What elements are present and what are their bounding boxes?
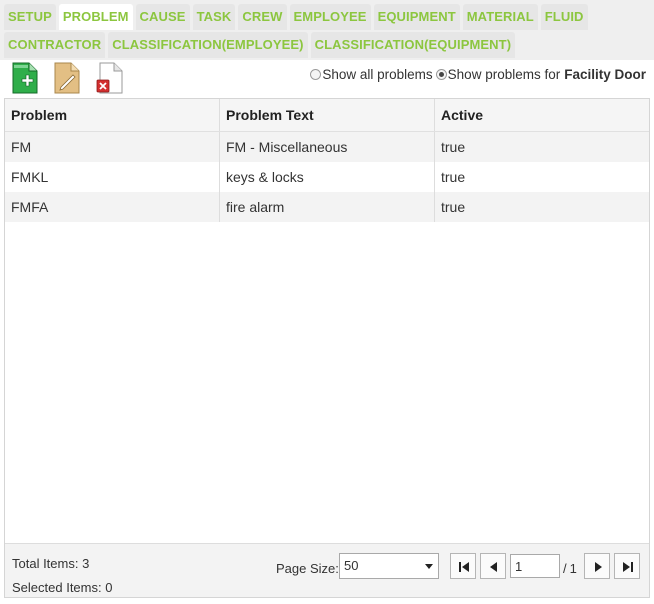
tab-row-2: CONTRACTOR CLASSIFICATION(EMPLOYEE) CLAS… [4, 32, 516, 60]
column-header-active[interactable]: Active [435, 99, 649, 131]
tab-employee[interactable]: EMPLOYEE [289, 4, 371, 30]
show-for-option[interactable]: Show problems for Facility Door [435, 66, 646, 82]
cell-problem: FMKL [5, 162, 220, 192]
grid-body: FM FM - Miscellaneous true FMKL keys & l… [5, 132, 649, 222]
first-page-icon [459, 562, 469, 572]
page-number-input[interactable] [510, 554, 560, 578]
total-items: Total Items: 3 [12, 556, 90, 571]
tab-classification-employee[interactable]: CLASSIFICATION(EMPLOYEE) [108, 32, 308, 58]
column-header-problem-text[interactable]: Problem Text [220, 99, 435, 131]
last-page-icon [623, 562, 633, 572]
grid-pager: Total Items: 3 Selected Items: 0 Page Si… [5, 543, 649, 597]
table-row[interactable]: FMFA fire alarm true [5, 192, 649, 222]
tab-bar: SETUP PROBLEM CAUSE TASK CREW EMPLOYEE E… [0, 0, 654, 60]
tab-fluid[interactable]: FLUID [540, 4, 588, 30]
table-row[interactable]: FMKL keys & locks true [5, 162, 649, 192]
show-for-label: Show problems for [447, 66, 561, 82]
last-page-button[interactable] [614, 553, 640, 579]
show-all-radio[interactable] [310, 68, 322, 80]
previous-page-button[interactable] [480, 553, 506, 579]
first-page-button[interactable] [450, 553, 476, 579]
cell-active: true [441, 169, 466, 185]
edit-document-icon[interactable] [53, 62, 81, 94]
page-size-value: 50 [344, 558, 359, 573]
toolbar: Show all problems Show problems for Faci… [0, 60, 654, 96]
cell-problem-text: FM - Miscellaneous [220, 132, 435, 162]
next-page-icon [595, 562, 602, 572]
tab-problem[interactable]: PROBLEM [58, 4, 133, 30]
tab-task[interactable]: TASK [192, 4, 236, 30]
tab-row-1: SETUP PROBLEM CAUSE TASK CREW EMPLOYEE E… [4, 4, 588, 32]
total-pages: 1 [569, 561, 577, 576]
page-size-label: Page Size: [276, 561, 339, 576]
cell-problem-text: fire alarm [220, 192, 435, 222]
cell-problem-text: keys & locks [220, 162, 435, 192]
delete-document-icon[interactable] [96, 62, 124, 94]
filter-target: Facility Door [564, 66, 646, 82]
show-all-option[interactable]: Show all problems [310, 66, 433, 82]
tab-equipment[interactable]: EQUIPMENT [373, 4, 460, 30]
cell-active: true [441, 199, 466, 215]
problem-filter: Show all problems Show problems for Faci… [310, 64, 646, 84]
tab-cause[interactable]: CAUSE [135, 4, 190, 30]
tab-setup[interactable]: SETUP [4, 4, 56, 30]
grid-header: Problem Problem Text Active [5, 99, 649, 132]
tab-material[interactable]: MATERIAL [462, 4, 538, 30]
table-row[interactable]: FM FM - Miscellaneous true [5, 132, 649, 162]
tab-crew[interactable]: CREW [238, 4, 287, 30]
next-page-button[interactable] [584, 553, 610, 579]
problem-grid: Problem Problem Text Active FM FM - Misc… [4, 98, 650, 598]
tab-contractor[interactable]: CONTRACTOR [4, 32, 106, 58]
cell-problem: FM [5, 132, 220, 162]
selected-items: Selected Items: 0 [12, 580, 113, 595]
previous-page-icon [490, 562, 497, 572]
add-document-icon[interactable] [11, 62, 39, 94]
cell-active: true [441, 139, 466, 155]
show-all-label: Show all problems [322, 66, 433, 82]
page-count: /1 [563, 561, 577, 576]
chevron-down-icon [425, 564, 433, 569]
page-size-select[interactable]: 50 [339, 553, 439, 579]
cell-problem: FMFA [5, 192, 220, 222]
column-header-problem[interactable]: Problem [5, 99, 220, 131]
show-for-radio[interactable] [435, 68, 447, 80]
tab-classification-equipment[interactable]: CLASSIFICATION(EQUIPMENT) [310, 32, 516, 58]
